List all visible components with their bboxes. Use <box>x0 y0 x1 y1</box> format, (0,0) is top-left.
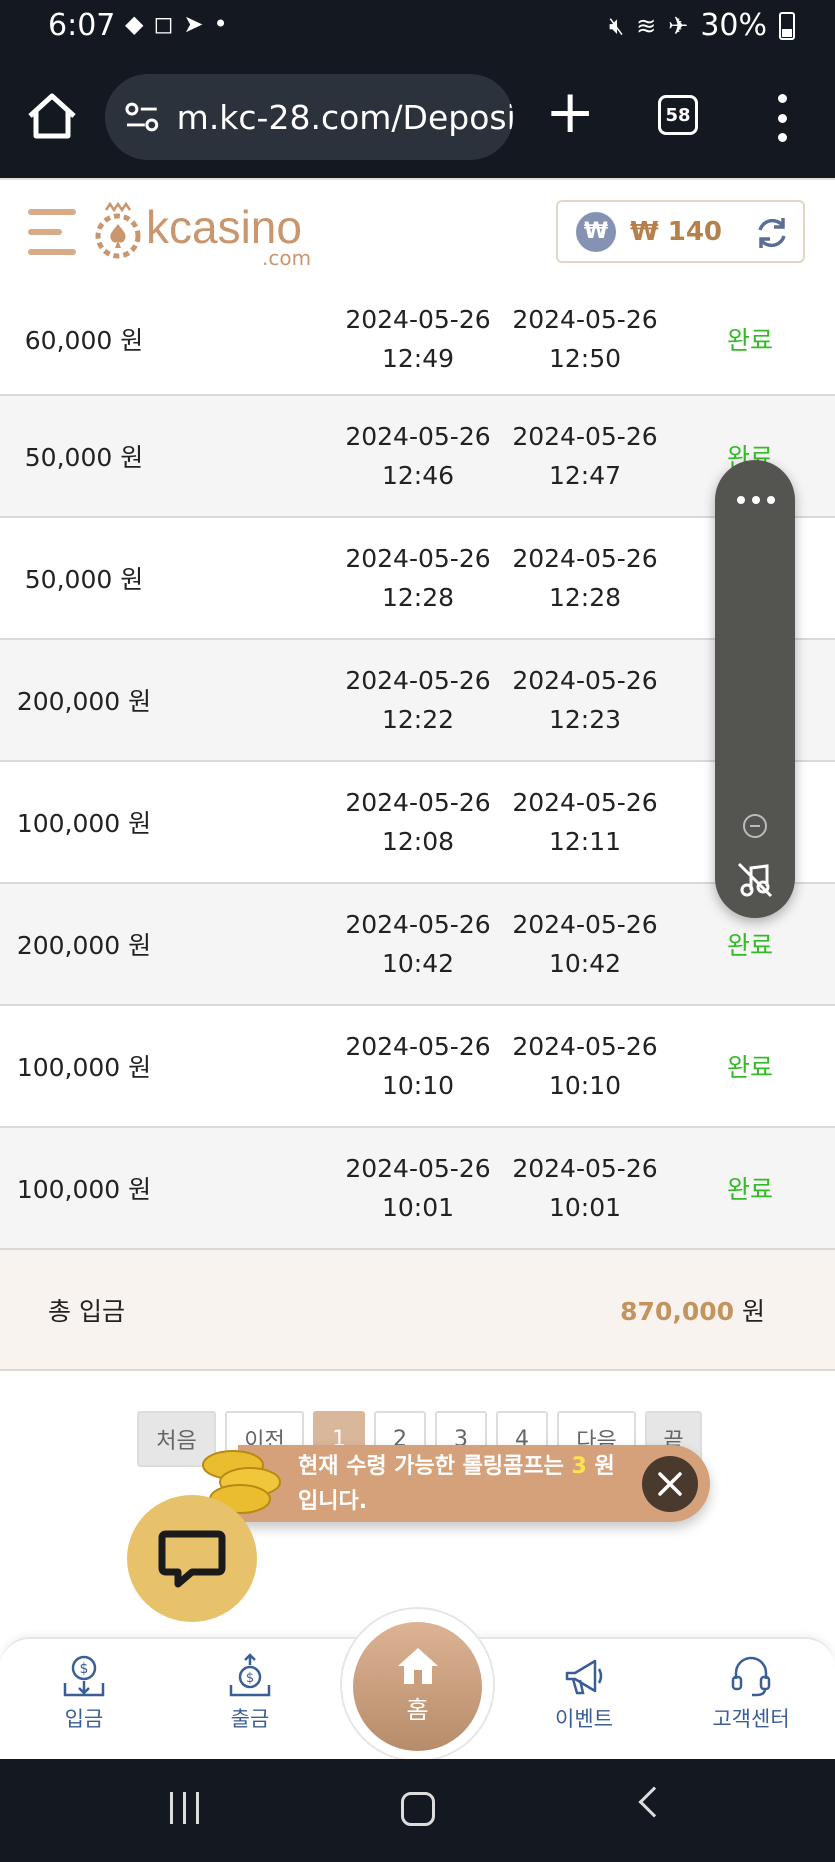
balance-amount: ₩ 140 <box>630 216 723 247</box>
android-back-button[interactable] <box>638 1786 670 1818</box>
status-badge: 완료 <box>726 931 773 960</box>
deposit-amount: 60,000 원 <box>24 325 144 355</box>
chip-logo-icon <box>95 202 141 259</box>
chat-bubble-icon <box>158 1530 226 1587</box>
toast-message: 현재 수령 가능한 롤링콤프는 3 원 입니다. <box>298 1454 615 1514</box>
table-row: 60,000 원 2024-05-26 12:49 2024-05-26 12:50… <box>0 283 835 396</box>
request-datetime: 2024-05-26 12:28 <box>345 544 491 612</box>
request-datetime: 2024-05-26 10:42 <box>345 910 491 978</box>
browser-menu-button[interactable] <box>770 94 794 142</box>
request-datetime: 2024-05-26 10:01 <box>345 1154 491 1222</box>
deposit-icon: $ <box>63 1655 105 1697</box>
balance-widget: ₩ ₩ 140 <box>556 200 805 263</box>
music-off-icon[interactable] <box>735 860 775 900</box>
telegram-icon: ➤ <box>183 10 204 38</box>
request-datetime: 2024-05-26 12:08 <box>345 788 491 856</box>
instagram-icon: ◻ <box>153 10 174 38</box>
site-settings-icon[interactable] <box>123 97 163 137</box>
total-deposit-row: 총 입금 870,000 원 <box>0 1250 835 1371</box>
deposit-amount: 200,000 원 <box>16 931 152 960</box>
nav-withdraw[interactable]: $ 출금 <box>190 1653 310 1733</box>
site-header: kcasino .com ₩ ₩ 140 <box>0 178 835 283</box>
complete-datetime: 2024-05-26 12:50 <box>512 304 658 373</box>
headset-icon <box>731 1656 771 1697</box>
mute-icon: 🔇︎ <box>608 11 625 40</box>
complete-datetime: 2024-05-26 12:28 <box>512 544 658 612</box>
deposit-amount: 50,000 원 <box>24 565 144 594</box>
browser-home-icon[interactable] <box>22 86 82 146</box>
battery-icon <box>779 11 795 40</box>
logo-subtext: .com <box>262 246 312 270</box>
complete-datetime: 2024-05-26 10:01 <box>512 1154 658 1222</box>
rolling-comp-toast: 현재 수령 가능한 롤링콤프는 3 원 입니다. <box>238 1445 710 1522</box>
deposit-history-table: 60,000 원 2024-05-26 12:49 2024-05-26 12:50… <box>0 283 835 1250</box>
live-chat-button[interactable] <box>127 1495 257 1622</box>
megaphone-icon <box>565 1659 603 1695</box>
nav-support[interactable]: 고객센터 <box>691 1653 811 1733</box>
hamburger-menu-icon[interactable] <box>28 209 76 255</box>
table-row: 50,000 원 2024-05-26 12:28 2024-05-26 12:28 <box>0 518 835 640</box>
table-row: 100,000 원 2024-05-26 12:08 2024-05-26 12:1… <box>0 762 835 884</box>
home-icon <box>397 1648 438 1684</box>
close-icon <box>658 1472 682 1496</box>
deposit-amount: 200,000 원 <box>16 687 152 716</box>
nav-home-button[interactable]: 홈 <box>353 1622 482 1751</box>
complete-datetime: 2024-05-26 12:47 <box>512 422 658 490</box>
floating-media-panel[interactable] <box>715 460 795 918</box>
deposit-amount: 100,000 원 <box>16 1175 152 1204</box>
deposit-amount: 100,000 원 <box>16 1053 152 1082</box>
status-badge: 완료 <box>726 1053 773 1082</box>
minimize-icon[interactable] <box>743 814 767 838</box>
status-badge: 완료 <box>726 1175 773 1204</box>
complete-datetime: 2024-05-26 10:10 <box>512 1032 658 1100</box>
system-icons: 🔇︎ ≋ ✈ 30% <box>609 8 795 43</box>
request-datetime: 2024-05-26 12:22 <box>345 666 491 734</box>
table-row: 200,000 원 2024-05-26 12:22 2024-05-26 12:2… <box>0 640 835 762</box>
deposit-amount: 100,000 원 <box>16 809 152 838</box>
airplane-icon: ✈ <box>668 11 689 40</box>
deposit-amount: 50,000 원 <box>24 443 144 472</box>
browser-toolbar: m.kc-28.com/Deposi + 58 <box>0 56 835 178</box>
wifi-icon: ≋ <box>636 11 657 40</box>
table-row: 50,000 원 2024-05-26 12:46 2024-05-26 12:47… <box>0 396 835 518</box>
svg-text:$: $ <box>246 1671 254 1686</box>
table-row: 200,000 원 2024-05-26 10:42 2024-05-26 10:4… <box>0 884 835 1006</box>
won-icon: ₩ <box>576 211 616 252</box>
android-navigation-bar <box>0 1759 835 1862</box>
more-icon[interactable] <box>737 496 775 504</box>
svg-text:$: $ <box>80 1661 89 1677</box>
url-text: m.kc-28.com/Deposi <box>176 97 513 137</box>
recent-apps-button[interactable] <box>170 1792 199 1824</box>
status-time: 6:07 <box>48 8 116 43</box>
nav-event[interactable]: 이벤트 <box>524 1653 644 1733</box>
site-logo[interactable]: kcasino .com <box>94 201 324 270</box>
battery-percent: 30% <box>700 8 767 43</box>
tab-switcher-button[interactable]: 58 <box>658 95 698 135</box>
pill-icon: ◆ <box>125 10 144 38</box>
complete-datetime: 2024-05-26 10:42 <box>512 910 658 978</box>
withdraw-icon: $ <box>229 1653 271 1697</box>
new-tab-button[interactable]: + <box>545 82 595 152</box>
total-value: 870,000 원 <box>620 1297 765 1326</box>
nav-deposit[interactable]: $ 입금 <box>24 1653 144 1733</box>
refresh-icon[interactable] <box>753 214 791 252</box>
table-row: 100,000 원 2024-05-26 10:10 2024-05-26 10:1… <box>0 1006 835 1128</box>
status-bar: 6:07 ◆ ◻ ➤ • 🔇︎ ≋ ✈ 30% <box>0 0 835 56</box>
request-datetime: 2024-05-26 10:10 <box>345 1032 491 1100</box>
toast-close-button[interactable] <box>642 1456 698 1512</box>
notification-icons: ◆ ◻ ➤ • <box>125 10 228 38</box>
android-home-button[interactable] <box>401 1792 435 1826</box>
request-datetime: 2024-05-26 12:49 <box>345 304 491 373</box>
request-datetime: 2024-05-26 12:46 <box>345 422 491 490</box>
table-row: 100,000 원 2024-05-26 10:01 2024-05-26 10:0… <box>0 1128 835 1250</box>
address-bar[interactable]: m.kc-28.com/Deposi <box>105 74 513 160</box>
complete-datetime: 2024-05-26 12:23 <box>512 666 658 734</box>
dot-icon: • <box>213 10 228 38</box>
complete-datetime: 2024-05-26 12:11 <box>512 788 658 856</box>
status-badge: 완료 <box>726 325 773 355</box>
total-label: 총 입금 <box>48 1297 125 1326</box>
